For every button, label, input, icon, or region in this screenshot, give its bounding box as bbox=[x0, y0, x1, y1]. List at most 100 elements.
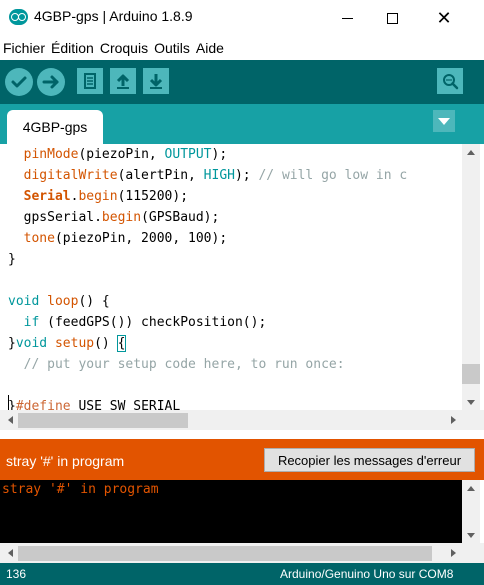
scroll-left-icon[interactable] bbox=[1, 545, 19, 561]
line-number: 136 bbox=[6, 567, 27, 581]
close-icon: ✕ bbox=[436, 7, 452, 29]
upload-icon bbox=[42, 75, 59, 89]
open-icon bbox=[116, 74, 130, 89]
minimize-icon bbox=[341, 17, 353, 19]
code-token: tone bbox=[23, 231, 55, 246]
menu-aide[interactable]: Aide bbox=[196, 40, 224, 56]
code-token: #define bbox=[15, 399, 71, 410]
text-caret bbox=[8, 395, 9, 410]
tab-bar: 4GBP-gps bbox=[0, 104, 484, 144]
code-line[interactable]: pinMode(piezoPin, OUTPUT); bbox=[8, 144, 228, 165]
code-token: pinMode bbox=[23, 147, 79, 162]
menu-bar: Fichier Édition Croquis Outils Aide bbox=[0, 36, 484, 60]
console-horizontal-scroll-thumb[interactable] bbox=[18, 546, 432, 561]
toolbar bbox=[0, 60, 484, 104]
close-button[interactable]: ✕ bbox=[424, 4, 464, 32]
status-message: stray '#' in program bbox=[6, 453, 125, 469]
code-token: () { bbox=[78, 294, 110, 309]
code-line[interactable]: void loop() { bbox=[8, 291, 110, 312]
code-token: (alertPin, bbox=[117, 168, 204, 183]
code-token: void bbox=[8, 294, 40, 309]
code-token: ); bbox=[211, 147, 228, 162]
code-line[interactable]: digitalWrite(alertPin, HIGH); // will go… bbox=[8, 165, 408, 186]
scrollbar-corner bbox=[462, 543, 484, 563]
serial-monitor-icon bbox=[443, 74, 459, 90]
code-token: ); bbox=[234, 168, 259, 183]
code-line[interactable]: tone(piezoPin, 2000, 100); bbox=[8, 228, 228, 249]
code-token: // will go low in c bbox=[258, 168, 408, 183]
scroll-down-icon[interactable] bbox=[462, 527, 480, 543]
code-token: if bbox=[23, 315, 40, 330]
tab-menu-dropdown-icon[interactable] bbox=[433, 110, 455, 132]
scroll-up-icon[interactable] bbox=[462, 144, 480, 160]
code-token: (piezoPin, 2000, 100); bbox=[54, 231, 228, 246]
console-vertical-scrollbar[interactable] bbox=[462, 480, 480, 543]
scroll-left-icon[interactable] bbox=[1, 412, 19, 428]
tab-4gbp-gps[interactable]: 4GBP-gps bbox=[7, 110, 103, 144]
code-line[interactable]: }void setup() { bbox=[8, 333, 127, 354]
code-token: } bbox=[8, 336, 16, 351]
code-token: } bbox=[8, 252, 16, 267]
code-line[interactable]: Serial.begin(115200); bbox=[8, 186, 188, 207]
menu-fichier[interactable]: Fichier bbox=[3, 40, 45, 56]
code-token: void bbox=[15, 336, 48, 351]
scrollbar-corner bbox=[462, 410, 484, 430]
code-line[interactable]: gpsSerial.begin(GPSBaud); bbox=[8, 207, 220, 228]
code-token: OUTPUT bbox=[164, 147, 212, 162]
code-token: } bbox=[8, 399, 16, 410]
board-port-info: Arduino/Genuino Uno sur COM8 bbox=[280, 567, 454, 581]
pane-divider[interactable] bbox=[0, 430, 484, 439]
arduino-logo-icon bbox=[9, 9, 28, 25]
code-token: (piezoPin, bbox=[78, 147, 165, 162]
copy-error-messages-button[interactable]: Recopier les messages d'erreur bbox=[264, 448, 475, 472]
new-icon bbox=[84, 73, 96, 89]
save-button[interactable] bbox=[143, 68, 169, 94]
maximize-button[interactable] bbox=[372, 4, 412, 32]
code-token: (feedGPS()) checkPosition(); bbox=[39, 315, 267, 330]
code-token: (115200); bbox=[117, 189, 189, 204]
code-line[interactable]: } bbox=[8, 249, 16, 270]
code-token: gpsSerial. bbox=[8, 210, 102, 225]
code-token: () bbox=[94, 336, 118, 351]
code-token: setup bbox=[54, 336, 95, 351]
code-editor[interactable]: pinMode(piezoPin, OUTPUT); digitalWrite(… bbox=[0, 144, 462, 410]
code-token: begin bbox=[78, 189, 118, 204]
scroll-up-icon[interactable] bbox=[462, 480, 480, 496]
maximize-icon bbox=[386, 12, 398, 24]
open-button[interactable] bbox=[110, 68, 136, 94]
scroll-right-icon[interactable] bbox=[444, 545, 462, 561]
editor-horizontal-scroll-thumb[interactable] bbox=[18, 413, 188, 428]
code-token: USE_SW_SERIAL bbox=[70, 399, 181, 410]
menu-edition[interactable]: Édition bbox=[51, 40, 94, 56]
verify-icon bbox=[11, 76, 27, 88]
serial-monitor-button[interactable] bbox=[437, 68, 463, 94]
code-token: Serial bbox=[23, 189, 71, 204]
code-token: HIGH bbox=[203, 168, 235, 183]
verify-button[interactable] bbox=[5, 68, 33, 96]
scroll-down-icon[interactable] bbox=[462, 394, 480, 410]
menu-outils[interactable]: Outils bbox=[154, 40, 190, 56]
upload-button[interactable] bbox=[37, 68, 65, 96]
scroll-right-icon[interactable] bbox=[444, 412, 462, 428]
code-line[interactable]: // put your setup code here, to run once… bbox=[8, 354, 345, 375]
window-title: 4GBP-gps | Arduino 1.8.9 bbox=[34, 8, 193, 24]
code-token: begin bbox=[101, 210, 142, 225]
editor-vertical-scroll-thumb[interactable] bbox=[462, 364, 480, 384]
code-line[interactable]: if (feedGPS()) checkPosition(); bbox=[8, 312, 267, 333]
code-token: loop bbox=[47, 294, 79, 309]
code-line[interactable]: }#define USE_SW_SERIAL bbox=[8, 396, 180, 410]
code-token: { bbox=[116, 335, 127, 352]
code-token: // put your setup code here, to run once… bbox=[23, 357, 345, 372]
new-button[interactable] bbox=[77, 68, 103, 94]
minimize-button[interactable] bbox=[327, 4, 367, 32]
save-icon bbox=[149, 74, 163, 89]
menu-croquis[interactable]: Croquis bbox=[100, 40, 148, 56]
